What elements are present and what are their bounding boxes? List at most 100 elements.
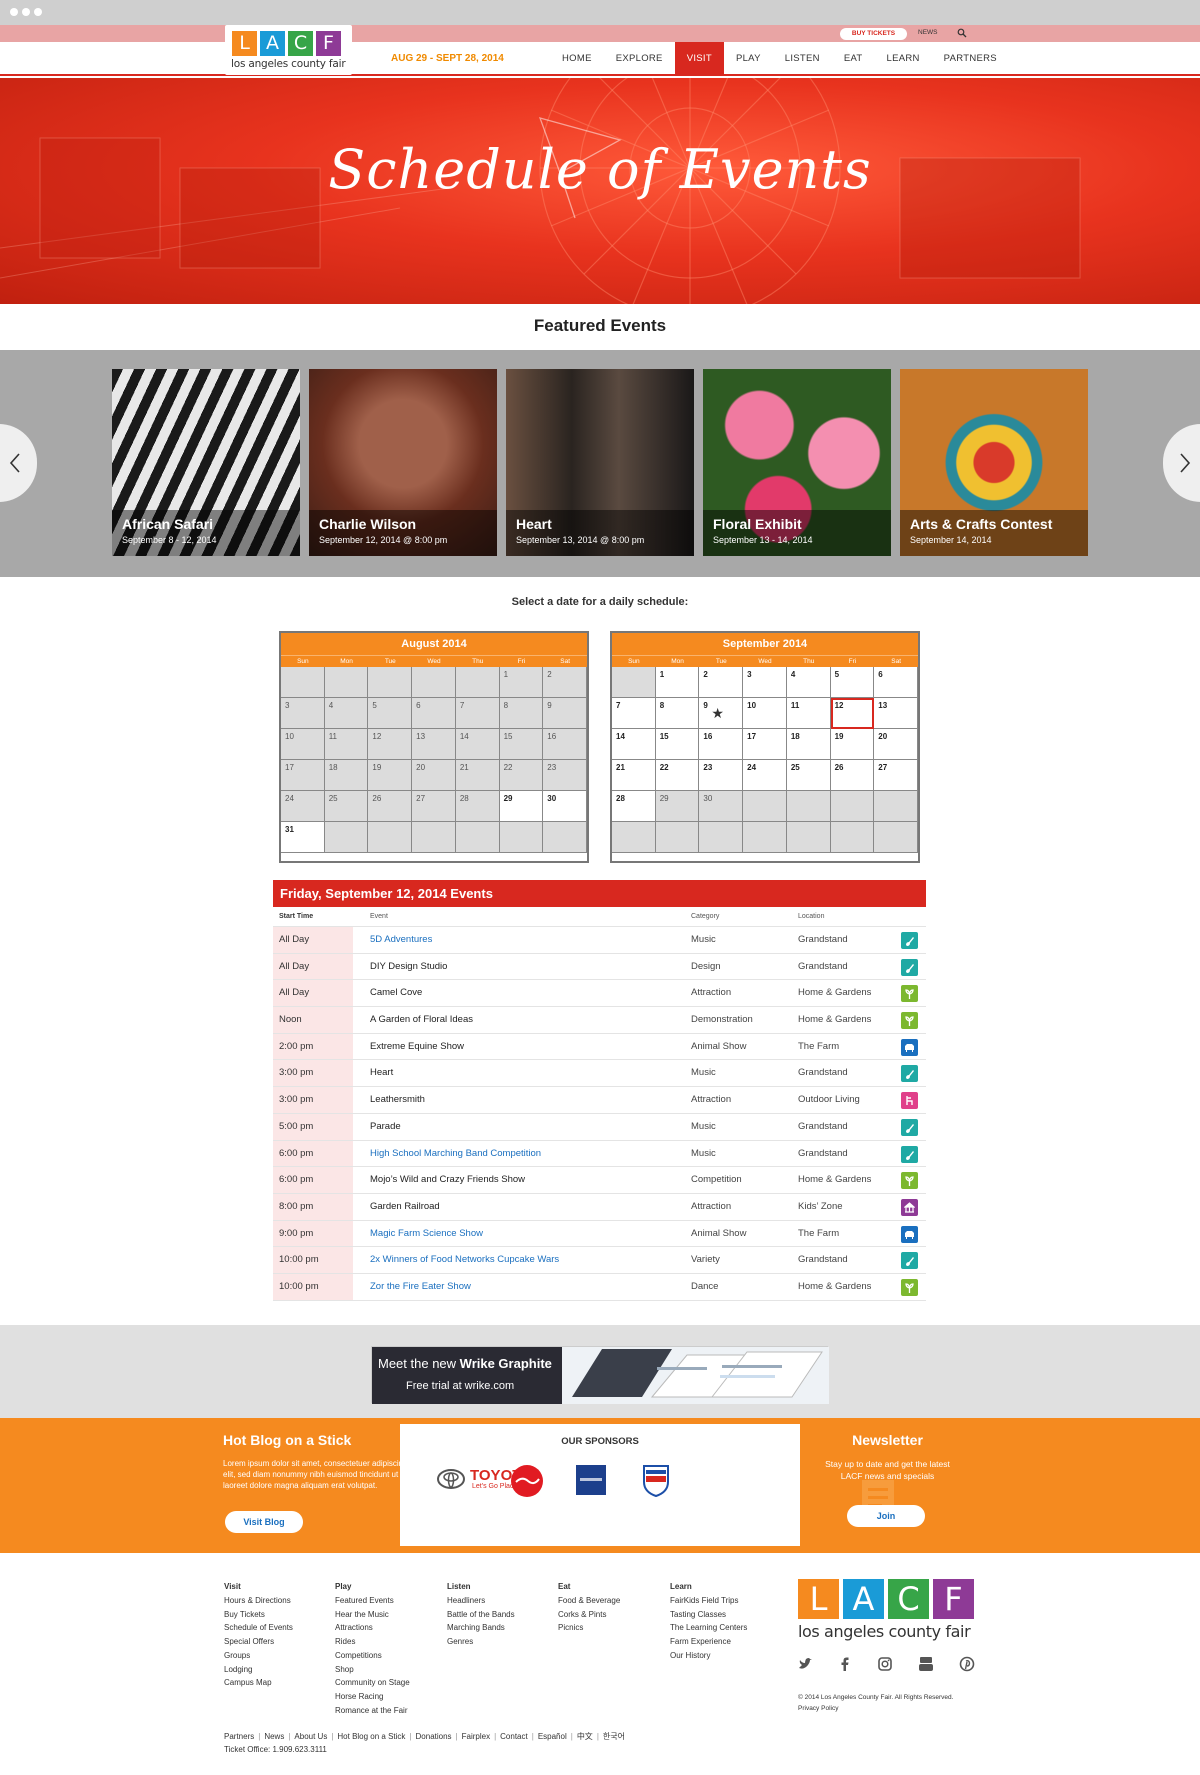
footer-column-title[interactable]: Eat [558, 1582, 620, 1591]
footer-link[interactable]: Romance at the Fair [335, 1704, 410, 1718]
calendar-day[interactable]: 22 [655, 760, 700, 791]
footer-column-title[interactable]: Play [335, 1582, 410, 1591]
calendar-day[interactable]: 10 [743, 698, 787, 729]
privacy-policy-link[interactable]: Privacy Policy [798, 1703, 953, 1714]
calendar-day[interactable]: 24 [743, 760, 787, 791]
table-row[interactable]: Noon A Garden of Floral Ideas Demonstratio… [273, 1007, 926, 1034]
calendar-day[interactable]: 30 [699, 791, 744, 822]
footer-link[interactable]: Shop [335, 1663, 410, 1677]
footer-link[interactable]: Groups [224, 1649, 293, 1663]
calendar-day[interactable]: 14 [612, 729, 656, 760]
calendar-day[interactable]: 17 [743, 729, 787, 760]
featured-card[interactable]: Arts & Crafts Contest September 14, 2014 [900, 369, 1088, 556]
dasani-logo[interactable] [575, 1464, 607, 1496]
calendar-day[interactable]: 8 [655, 698, 700, 729]
calendar-day[interactable]: 18 [324, 760, 369, 791]
calendar-day[interactable]: 21 [612, 760, 656, 791]
calendar-day[interactable]: 12 [368, 729, 413, 760]
instagram-icon[interactable] [877, 1656, 893, 1672]
table-row[interactable]: All Day 5D Adventures Music Grandstand [273, 927, 926, 954]
footer-column-title[interactable]: Visit [224, 1582, 293, 1591]
calendar-day[interactable]: 5 [830, 667, 875, 698]
footer-link[interactable]: Community on Stage [335, 1676, 410, 1690]
bottom-link[interactable]: Hot Blog on a Stick [337, 1732, 405, 1741]
bottom-link[interactable]: About Us [294, 1732, 327, 1741]
calendar-day[interactable]: 6 [412, 698, 456, 729]
footer-link[interactable]: Attractions [335, 1621, 410, 1635]
visit-blog-button[interactable]: Visit Blog [225, 1511, 303, 1533]
event-name[interactable]: 5D Adventures [370, 927, 432, 954]
footer-link[interactable]: Headliners [447, 1594, 515, 1608]
calendar-day[interactable]: 16 [699, 729, 744, 760]
calendar-day[interactable]: 29 [499, 791, 544, 822]
table-row[interactable]: 2:00 pm Extreme Equine Show Animal Show The… [273, 1033, 926, 1061]
event-name[interactable]: 2x Winners of Food Networks Cupcake Wars [370, 1247, 559, 1274]
calendar-day[interactable]: 27 [874, 760, 918, 791]
featured-card[interactable]: Floral Exhibit September 13 - 14, 2014 [703, 369, 891, 556]
calendar-day[interactable]: 16 [543, 729, 587, 760]
calendar-day[interactable]: 30 [543, 791, 587, 822]
calendar-day[interactable]: 3 [281, 698, 325, 729]
calendar-day[interactable]: 15 [655, 729, 700, 760]
bottom-link[interactable]: Contact [500, 1732, 528, 1741]
table-row[interactable]: 6:00 pm High School Marching Band Competi… [273, 1140, 926, 1168]
buy-tickets-button[interactable]: BUY TICKETS [840, 28, 907, 40]
nav-item-listen[interactable]: LISTEN [773, 42, 832, 76]
footer-link[interactable]: The Learning Centers [670, 1621, 747, 1635]
calendar-day[interactable]: 1 [499, 667, 544, 698]
calendar-day[interactable]: 7 [612, 698, 656, 729]
lucas-oil-logo[interactable] [638, 1462, 674, 1498]
table-row[interactable]: 6:00 pm Mojo’s Wild and Crazy Friends Sho… [273, 1167, 926, 1194]
footer-link[interactable]: Food & Beverage [558, 1594, 620, 1608]
table-row[interactable]: 10:00 pm 2x Winners of Food Networks Cupc… [273, 1247, 926, 1274]
bottom-link[interactable]: 한국어 [603, 1732, 625, 1741]
calendar-day[interactable]: 19 [368, 760, 413, 791]
footer-link[interactable]: Marching Bands [447, 1621, 515, 1635]
facebook-icon[interactable] [837, 1656, 853, 1672]
footer-link[interactable]: Tasting Classes [670, 1608, 747, 1622]
calendar-day[interactable]: 20 [412, 760, 456, 791]
calendar-day[interactable]: 31 [281, 822, 325, 853]
calendar-day[interactable]: 13 [412, 729, 456, 760]
bottom-link[interactable]: Partners [224, 1732, 254, 1741]
bottom-link[interactable]: Fairplex [462, 1732, 490, 1741]
calendar-day[interactable]: 17 [281, 760, 325, 791]
calendar-day[interactable]: 4 [324, 698, 369, 729]
table-row[interactable]: 3:00 pm Heart Music Grandstand [273, 1060, 926, 1088]
calendar-day[interactable]: 25 [324, 791, 369, 822]
calendar-day[interactable]: 26 [368, 791, 413, 822]
footer-link[interactable]: Horse Racing [335, 1690, 410, 1704]
footer-link[interactable]: Picnics [558, 1621, 620, 1635]
calendar-day[interactable]: 3 [743, 667, 787, 698]
site-logo[interactable]: LACF los angeles county fair [225, 25, 352, 75]
footer-link[interactable]: Hear the Music [335, 1608, 410, 1622]
calendar-day[interactable]: 27 [412, 791, 456, 822]
footer-link[interactable]: Lodging [224, 1663, 293, 1677]
bottom-link[interactable]: News [264, 1732, 284, 1741]
search-icon[interactable] [957, 28, 967, 38]
calendar-day[interactable]: 2 [699, 667, 744, 698]
nav-item-play[interactable]: PLAY [724, 42, 773, 76]
nav-item-explore[interactable]: EXPLORE [604, 42, 675, 76]
footer-column-title[interactable]: Listen [447, 1582, 515, 1591]
calendar-day[interactable]: 10 [281, 729, 325, 760]
event-name[interactable]: High School Marching Band Competition [370, 1141, 541, 1168]
table-row[interactable]: All Day Camel Cove Attraction Home & Garden… [273, 980, 926, 1008]
calendar-day[interactable]: 26 [830, 760, 875, 791]
calendar-day[interactable]: 14 [455, 729, 500, 760]
bottom-link[interactable]: Donations [416, 1732, 452, 1741]
calendar-day[interactable]: 22 [499, 760, 544, 791]
event-name[interactable]: Zor the Fire Eater Show [370, 1274, 471, 1301]
footer-link[interactable]: Battle of the Bands [447, 1608, 515, 1622]
footer-link[interactable]: Featured Events [335, 1594, 410, 1608]
footer-link[interactable]: Schedule of Events [224, 1621, 293, 1635]
calendar-day[interactable]: 24 [281, 791, 325, 822]
calendar-day[interactable]: 6 [874, 667, 918, 698]
nav-item-partners[interactable]: PARTNERS [932, 42, 1009, 76]
calendar-day[interactable]: 15 [499, 729, 544, 760]
table-row[interactable]: 5:00 pm Parade Music Grandstand [273, 1113, 926, 1141]
featured-card[interactable]: Heart September 13, 2014 @ 8:00 pm [506, 369, 694, 556]
calendar-day[interactable]: 23 [543, 760, 587, 791]
calendar-day[interactable]: 13 [874, 698, 918, 729]
advertisement[interactable]: Meet the new Wrike Graphite Free trial a… [371, 1346, 829, 1404]
